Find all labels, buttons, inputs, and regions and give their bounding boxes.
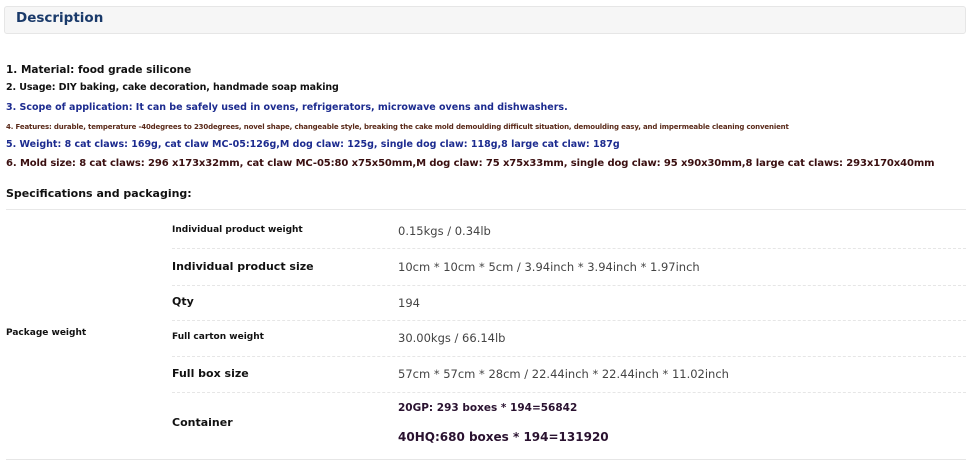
- specifications-heading: Specifications and packaging:: [6, 187, 192, 200]
- spec-value-product-size: 10cm * 10cm * 5cm / 3.94inch * 3.94inch …: [398, 260, 700, 274]
- spec-value-container-40hq: 40HQ:680 boxes * 194=131920: [398, 430, 609, 444]
- spec-label-product-weight: Individual product weight: [172, 225, 303, 235]
- spec-value-product-weight: 0.15kgs / 0.34lb: [398, 224, 491, 238]
- row-divider: [172, 356, 966, 357]
- description-line-weight: 5. Weight: 8 cat claws: 169g, cat claw M…: [6, 139, 620, 150]
- description-title: Description: [16, 10, 104, 26]
- spec-label-container: Container: [172, 416, 233, 429]
- description-line-usage: 2. Usage: DIY baking, cake decoration, h…: [6, 82, 339, 93]
- row-divider: [172, 392, 966, 393]
- spec-label-qty: Qty: [172, 295, 194, 308]
- divider: [6, 209, 966, 210]
- spec-label-box-size: Full box size: [172, 367, 249, 380]
- description-line-features: 4. Features: durable, temperature -40deg…: [6, 123, 789, 131]
- spec-value-qty: 194: [398, 296, 420, 310]
- spec-label-product-size: Individual product size: [172, 260, 314, 273]
- row-divider: [172, 320, 966, 321]
- row-divider: [172, 285, 966, 286]
- description-line-scope: 3. Scope of application: It can be safel…: [6, 102, 568, 113]
- spec-label-carton-weight: Full carton weight: [172, 332, 264, 342]
- spec-value-carton-weight: 30.00kgs / 66.14lb: [398, 331, 506, 345]
- divider: [6, 459, 966, 460]
- row-divider: [172, 248, 966, 249]
- package-weight-label: Package weight: [6, 328, 87, 338]
- description-header: Description: [4, 6, 966, 34]
- description-line-material: 1. Material: food grade silicone: [6, 64, 192, 76]
- description-line-mold-size: 6. Mold size: 8 cat claws: 296 x173x32mm…: [6, 158, 935, 169]
- spec-value-container-20gp: 20GP: 293 boxes * 194=56842: [398, 402, 578, 414]
- spec-value-box-size: 57cm * 57cm * 28cm / 22.44inch * 22.44in…: [398, 367, 729, 381]
